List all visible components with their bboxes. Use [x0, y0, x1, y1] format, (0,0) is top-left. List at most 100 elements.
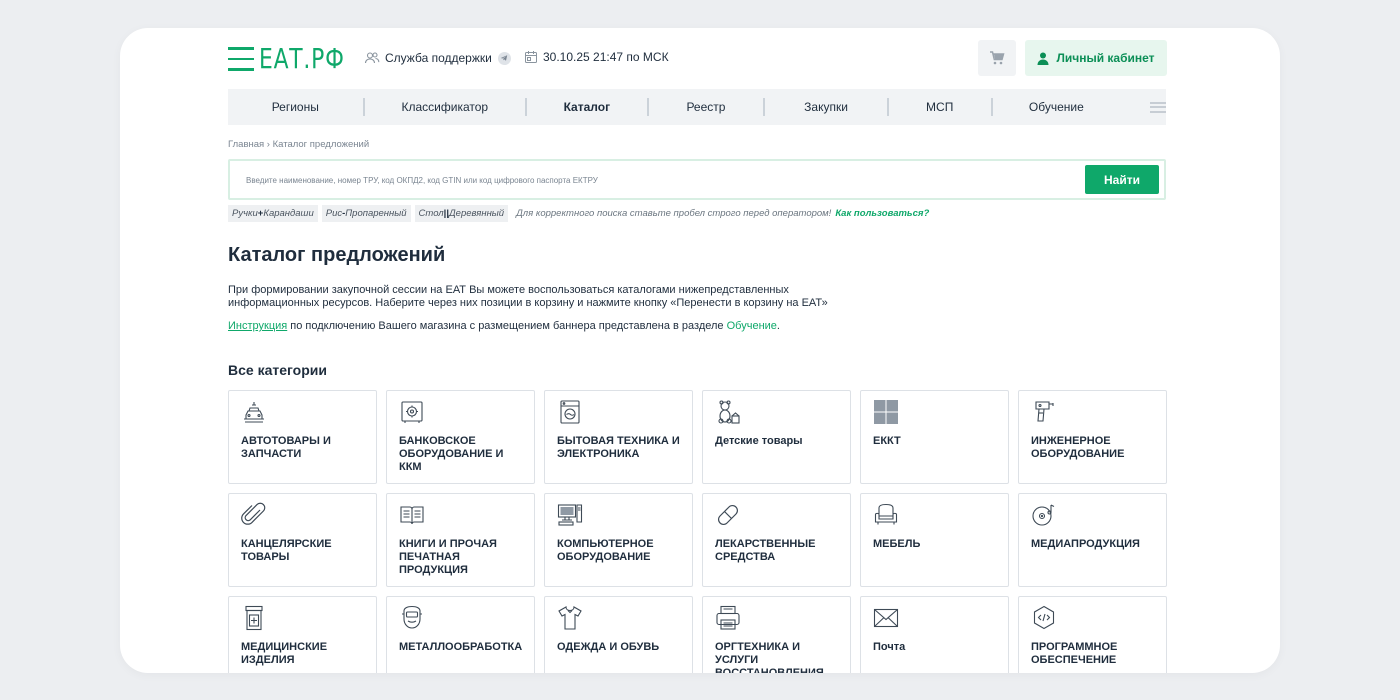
nav-item-training[interactable]: Обучение	[993, 100, 1121, 114]
hint-chip-left: Стол	[418, 208, 444, 219]
category-label: КАНЦЕЛЯРСКИЕ ТОВАРЫ	[241, 538, 332, 563]
category-card[interactable]: ОРГТЕХНИКА И УСЛУГИ ВОССТАНОВЛЕНИЯ	[702, 596, 851, 673]
personal-cabinet-label: Личный кабинет	[1056, 51, 1155, 65]
drill-icon	[1035, 401, 1054, 422]
category-card[interactable]: КАНЦЕЛЯРСКИЕ ТОВАРЫ	[228, 493, 377, 587]
code-icon	[1033, 605, 1055, 630]
search-box: Найти	[228, 159, 1166, 200]
envelope-icon	[873, 608, 899, 628]
disc-icon	[1032, 504, 1055, 526]
grid-squares-icon	[874, 400, 898, 424]
category-grid: АВТОТОВАРЫ И ЗАПЧАСТИ БАНКОВСКОЕ ОБОРУДО…	[228, 390, 1168, 673]
telegram-icon[interactable]	[497, 51, 511, 65]
category-card[interactable]: МЕТАЛЛООБРАБОТКА	[386, 596, 535, 673]
category-card[interactable]: БЫТОВАЯ ТЕХНИКА И ЭЛЕКТРОНИКА	[544, 390, 693, 484]
car-icon	[244, 402, 264, 423]
support-link[interactable]: Служба поддержки	[364, 50, 511, 66]
category-label: КОМПЬЮТЕРНОЕ ОБОРУДОВАНИЕ	[557, 538, 654, 563]
washing-machine-icon	[560, 400, 580, 424]
category-label: МЕТАЛЛООБРАБОТКА	[399, 641, 523, 653]
hint-chip[interactable]: Стол||Деревянный	[414, 205, 509, 222]
category-card[interactable]: БАНКОВСКОЕ ОБОРУДОВАНИЕ И ККМ	[386, 390, 535, 484]
user-icon	[1037, 52, 1049, 65]
breadcrumb[interactable]: Главная › Каталог предложений	[228, 139, 369, 150]
category-label: БАНКОВСКОЕ ОБОРУДОВАНИЕ И ККМ	[399, 435, 504, 473]
category-card[interactable]: ОДЕЖДА И ОБУВЬ	[544, 596, 693, 673]
nav-item-catalog[interactable]: Каталог	[527, 100, 647, 114]
category-label: ИНЖЕНЕРНОЕ ОБОРУДОВАНИЕ	[1031, 435, 1125, 460]
personal-cabinet-button[interactable]: Личный кабинет	[1025, 40, 1167, 76]
paperclip-icon	[241, 502, 266, 525]
search-hint-text: Для корректного поиска ставьте пробел ст…	[516, 208, 832, 219]
category-label: Почта	[873, 641, 906, 653]
datetime-text: 30.10.25 21:47 по МСК	[543, 50, 669, 64]
search-button[interactable]: Найти	[1085, 165, 1159, 194]
instruction-body: по подключению Вашего магазина с размеще…	[287, 320, 727, 332]
cart-icon	[990, 51, 1005, 65]
category-card[interactable]: ЛЕКАРСТВЕННЫЕ СРЕДСТВА	[702, 493, 851, 587]
main-nav: Регионы Классификатор Каталог Реестр Зак…	[228, 89, 1167, 125]
category-label: ПРОГРАММНОЕ ОБЕСПЕЧЕНИЕ	[1031, 641, 1118, 666]
users-icon	[364, 52, 380, 64]
armchair-icon	[874, 503, 898, 525]
category-label: КНИГИ И ПРОЧАЯ ПЕЧАТНАЯ ПРОДУКЦИЯ	[399, 538, 497, 576]
categories-title: Все категории	[228, 362, 327, 378]
cart-button[interactable]	[978, 40, 1016, 76]
category-label: БЫТОВАЯ ТЕХНИКА И ЭЛЕКТРОНИКА	[557, 435, 680, 460]
instruction-end: .	[776, 320, 780, 332]
logo-bars-icon	[228, 47, 254, 71]
datetime: 30.10.25 21:47 по МСК	[524, 50, 669, 64]
calendar-icon	[525, 51, 537, 63]
how-to-use-link[interactable]: Как пользоваться?	[835, 208, 929, 219]
category-label: ОДЕЖДА И ОБУВЬ	[557, 641, 660, 653]
safe-icon	[401, 401, 423, 423]
hint-chip-left: Рис	[325, 208, 343, 219]
hint-chip-right: Деревянный	[448, 208, 505, 219]
category-card[interactable]: КНИГИ И ПРОЧАЯ ПЕЧАТНАЯ ПРОДУКЦИЯ	[386, 493, 535, 587]
shirt-icon	[558, 606, 582, 630]
category-card[interactable]: КОМПЬЮТЕРНОЕ ОБОРУДОВАНИЕ	[544, 493, 693, 587]
category-card[interactable]: Почта	[860, 596, 1009, 673]
hint-chip[interactable]: Рис-Пропаренный	[321, 205, 411, 222]
computer-icon	[557, 504, 583, 526]
category-label: МЕБЕЛЬ	[873, 538, 921, 550]
support-label: Служба поддержки	[385, 51, 492, 65]
category-label: МЕДИАПРОДУКЦИЯ	[1031, 538, 1140, 550]
page-content: ЕАТ.РФ Служба поддержки 30.10.25 21:47 п…	[228, 28, 1167, 673]
nav-item-msp[interactable]: МСП	[889, 100, 991, 114]
page-title: Каталог предложений	[228, 244, 446, 266]
hint-chip[interactable]: Ручки+Карандаши	[228, 205, 318, 222]
category-label: МЕДИЦИНСКИЕ ИЗДЕЛИЯ	[241, 641, 328, 666]
teddy-bear-icon	[718, 400, 740, 424]
nav-item-registry[interactable]: Реестр	[649, 100, 764, 114]
hint-chip-right: Карандаши	[263, 208, 314, 219]
instruction-text: Инструкция по подключению Вашего магазин…	[228, 320, 780, 332]
category-card[interactable]: МЕДИАПРОДУКЦИЯ	[1018, 493, 1167, 587]
category-label: АВТОТОВАРЫ И ЗАПЧАСТИ	[241, 435, 331, 460]
nav-item-purchases[interactable]: Закупки	[765, 100, 887, 114]
hint-chip-right: Пропаренный	[345, 208, 407, 219]
category-card[interactable]: ИНЖЕНЕРНОЕ ОБОРУДОВАНИЕ	[1018, 390, 1167, 484]
search-input[interactable]	[246, 170, 1076, 190]
site-logo[interactable]: ЕАТ.РФ	[228, 42, 345, 75]
category-label: ОРГТЕХНИКА И УСЛУГИ ВОССТАНОВЛЕНИЯ	[715, 641, 824, 673]
instruction-link[interactable]: Инструкция	[228, 320, 287, 332]
nav-item-classifier[interactable]: Классификатор	[365, 100, 525, 114]
logo-text: ЕАТ.РФ	[259, 42, 345, 75]
category-label: Детские товары	[715, 435, 803, 447]
category-card[interactable]: МЕДИЦИНСКИЕ ИЗДЕЛИЯ	[228, 596, 377, 673]
header: ЕАТ.РФ Служба поддержки 30.10.25 21:47 п…	[228, 28, 1167, 88]
hint-chip-left: Ручки	[232, 208, 258, 219]
page-frame: ЕАТ.РФ Служба поддержки 30.10.25 21:47 п…	[120, 28, 1280, 673]
category-card[interactable]: МЕБЕЛЬ	[860, 493, 1009, 587]
menu-icon[interactable]	[1150, 101, 1167, 113]
category-card[interactable]: АВТОТОВАРЫ И ЗАПЧАСТИ	[228, 390, 377, 484]
intro-text: При формировании закупочной сессии на ЕА…	[228, 284, 828, 309]
category-card[interactable]: ЕККТ	[860, 390, 1009, 484]
training-section-link[interactable]: Обучение	[727, 320, 777, 332]
category-card[interactable]: ПРОГРАММНОЕ ОБЕСПЕЧЕНИЕ	[1018, 596, 1167, 673]
search-hints: Ручки+Карандаши Рис-Пропаренный Стол||Де…	[228, 205, 929, 222]
pill-icon	[718, 505, 738, 525]
nav-item-regions[interactable]: Регионы	[228, 100, 363, 114]
category-card[interactable]: Детские товары	[702, 390, 851, 484]
